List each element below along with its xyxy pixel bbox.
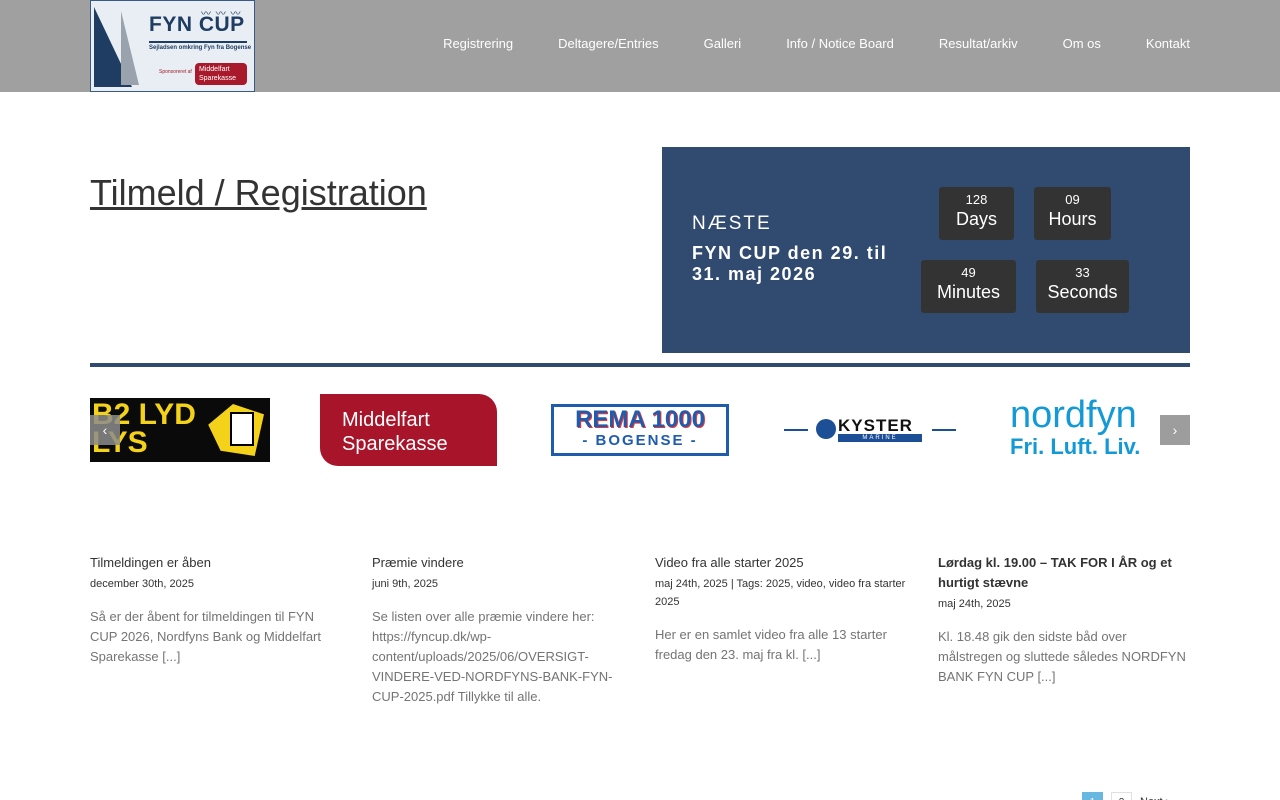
nav-resultat[interactable]: Resultat/arkiv — [939, 36, 1018, 51]
post-excerpt: Så er der åbent for tilmeldingen til FYN… — [90, 609, 321, 664]
logo-name: FYN CUP — [149, 13, 245, 36]
countdown-panel: NÆSTE FYN CUP den 29. til 31. maj 2026 1… — [662, 147, 1190, 353]
countdown-minutes: 49 Minutes — [921, 260, 1016, 313]
hours-unit: Hours — [1048, 209, 1097, 229]
main-nav: Registrering Deltagere/Entries Galleri I… — [443, 0, 1190, 86]
ms-line1: Middelfart — [342, 409, 430, 431]
countdown-heading: FYN CUP den 29. til 31. maj 2026 — [692, 243, 888, 284]
chevron-right-icon[interactable]: › — [1160, 415, 1190, 445]
pagination: 1 2 Next › — [1082, 792, 1169, 800]
post-excerpt: Kl. 18.48 gik den sidste båd over målstr… — [938, 629, 1186, 684]
nav-galleri[interactable]: Galleri — [704, 36, 742, 51]
logo-sponsor-text: Sponsoreret af — [159, 69, 192, 75]
nav-registrering[interactable]: Registrering — [443, 36, 513, 51]
minutes-value: 49 — [961, 265, 976, 280]
nav-om-os[interactable]: Om os — [1063, 36, 1101, 51]
page-1[interactable]: 1 — [1082, 792, 1103, 800]
sail-icon-light — [121, 11, 139, 85]
post-meta: december 30th, 2025 — [90, 578, 194, 590]
post-meta: maj 24th, 2025 — [938, 598, 1011, 610]
hours-value: 09 — [1065, 192, 1080, 207]
post-title[interactable]: Video fra alle starter 2025 — [655, 553, 907, 573]
post-card: Tilmeldingen er åben december 30th, 2025… — [90, 553, 342, 667]
rema-line2: - BOGENSE - — [582, 432, 698, 449]
post-title[interactable]: Lørdag kl. 19.00 – TAK FOR I ÅR og et hu… — [938, 553, 1190, 593]
ms-line2: Sparekasse — [342, 433, 448, 455]
post-card: Video fra alle starter 2025 maj 24th, 20… — [655, 553, 907, 665]
logo-bank: Middelfart Sparekasse — [195, 63, 247, 85]
rema-line1: REMA 1000 — [575, 406, 705, 433]
days-value: 128 — [965, 192, 988, 207]
kyster-name: KYSTER — [838, 416, 913, 435]
sponsor-middelfart-logo[interactable]: Middelfart Sparekasse — [320, 394, 497, 466]
seconds-value: 33 — [1075, 265, 1090, 280]
sponsor-kyster-logo[interactable]: KYSTER MARINE — [784, 414, 956, 446]
nav-info[interactable]: Info / Notice Board — [786, 36, 894, 51]
note-icon — [230, 412, 254, 446]
countdown-label: NÆSTE — [692, 213, 772, 234]
next-page-link[interactable]: Next › — [1140, 792, 1169, 800]
nav-kontakt[interactable]: Kontakt — [1146, 36, 1190, 51]
page-2[interactable]: 2 — [1111, 792, 1132, 800]
post-excerpt: Se listen over alle præmie vindere her: … — [372, 609, 613, 704]
logo-divider — [149, 41, 247, 43]
countdown-days: 128 Days — [939, 187, 1014, 240]
registration-link[interactable]: Tilmeld / Registration — [90, 172, 427, 214]
kyster-mark: KYSTER MARINE — [816, 417, 922, 443]
kyster-emblem-icon — [816, 419, 836, 439]
post-card: Præmie vindere juni 9th, 2025 Se listen … — [372, 553, 624, 707]
site-header: 〰 〰 〰 FYN CUP Sejladsen omkring Fyn fra … — [0, 0, 1280, 92]
section-divider — [90, 363, 1190, 367]
kyster-line-right — [932, 429, 956, 431]
chevron-left-icon[interactable]: ‹ — [90, 415, 120, 445]
countdown-hours: 09 Hours — [1034, 187, 1111, 240]
sponsor-carousel: B2 LYD LYS Middelfart Sparekasse REMA 10… — [90, 390, 1190, 470]
days-unit: Days — [955, 209, 997, 229]
post-card: Lørdag kl. 19.00 – TAK FOR I ÅR og et hu… — [938, 553, 1190, 687]
minutes-unit: Minutes — [936, 282, 1001, 302]
post-meta: maj 24th, 2025 | Tags: 2025, video, vide… — [655, 578, 906, 608]
post-excerpt: Her er en samlet video fra alle 13 start… — [655, 627, 887, 662]
post-meta: juni 9th, 2025 — [372, 578, 439, 590]
post-title[interactable]: Præmie vindere — [372, 553, 624, 573]
seconds-unit: Seconds — [1047, 282, 1118, 302]
kyster-sub: MARINE — [838, 434, 922, 442]
logo-tagline: Sejladsen omkring Fyn fra Bogense — [149, 45, 252, 51]
kyster-line-left — [784, 429, 808, 431]
countdown-seconds: 33 Seconds — [1036, 260, 1129, 313]
post-title[interactable]: Tilmeldingen er åben — [90, 553, 342, 573]
sponsor-rema-logo[interactable]: REMA 1000 - BOGENSE - — [551, 404, 729, 456]
fyn-cup-logo[interactable]: 〰 〰 〰 FYN CUP Sejladsen omkring Fyn fra … — [90, 0, 255, 92]
nav-deltagere[interactable]: Deltagere/Entries — [558, 36, 658, 51]
